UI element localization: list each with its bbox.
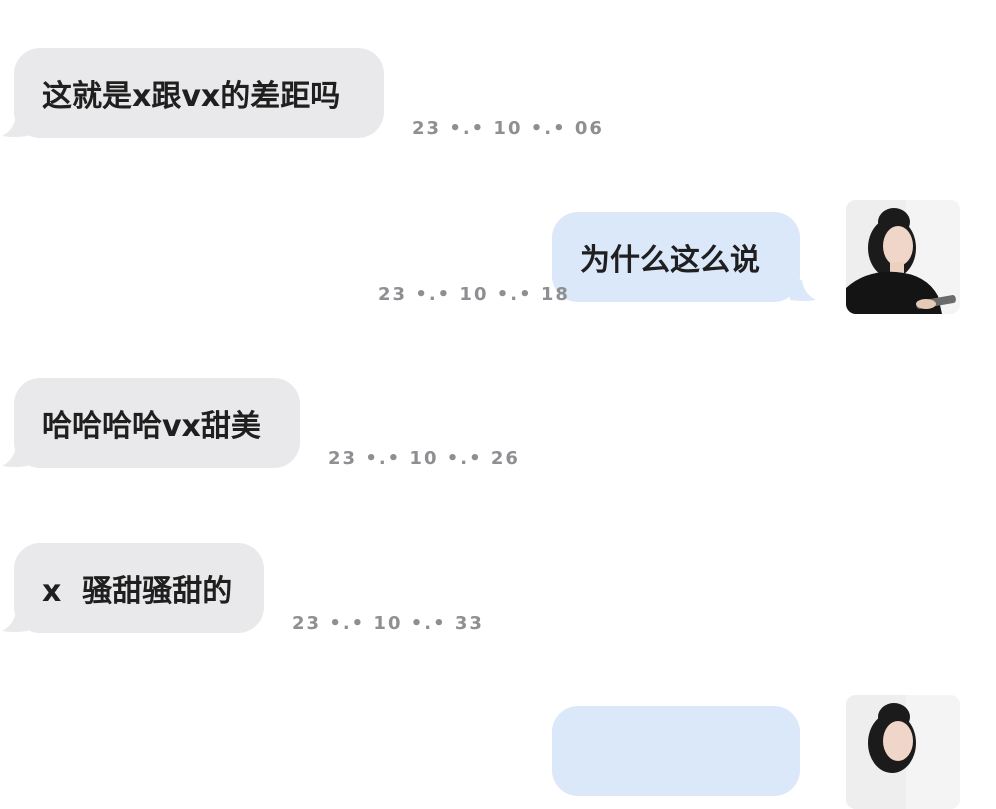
message-text: 为什么这么说 [580,243,760,278]
chat-thread: 这就是x跟vx的差距吗 23 •.• 10 •.• 06 为什么这么说 23 •… [0,0,996,809]
message-bubble-outgoing[interactable]: 为什么这么说 [552,212,800,302]
bubble-tail-icon [2,446,28,468]
message-bubble-incoming[interactable]: 哈哈哈哈vx甜美 [14,378,300,468]
avatar-photo-icon [846,695,960,809]
user-avatar[interactable] [846,695,960,809]
message-timestamp: 23 •.• 10 •.• 18 [378,284,570,305]
message-timestamp: 23 •.• 10 •.• 33 [292,613,484,634]
message-text: x 骚甜骚甜的 [42,574,233,609]
message-bubble-incoming[interactable]: x 骚甜骚甜的 [14,543,264,633]
bubble-tail-icon [790,280,816,302]
avatar-photo-icon [846,200,960,314]
message-bubble-incoming[interactable]: 这就是x跟vx的差距吗 [14,48,384,138]
message-bubble-outgoing[interactable] [552,706,800,796]
user-avatar[interactable] [846,200,960,314]
bubble-tail-icon [2,611,28,633]
message-timestamp: 23 •.• 10 •.• 06 [412,118,604,139]
message-timestamp: 23 •.• 10 •.• 26 [328,448,520,469]
message-text: 这就是x跟vx的差距吗 [42,79,341,114]
message-text: 哈哈哈哈vx甜美 [42,409,261,444]
bubble-tail-icon [2,116,28,138]
